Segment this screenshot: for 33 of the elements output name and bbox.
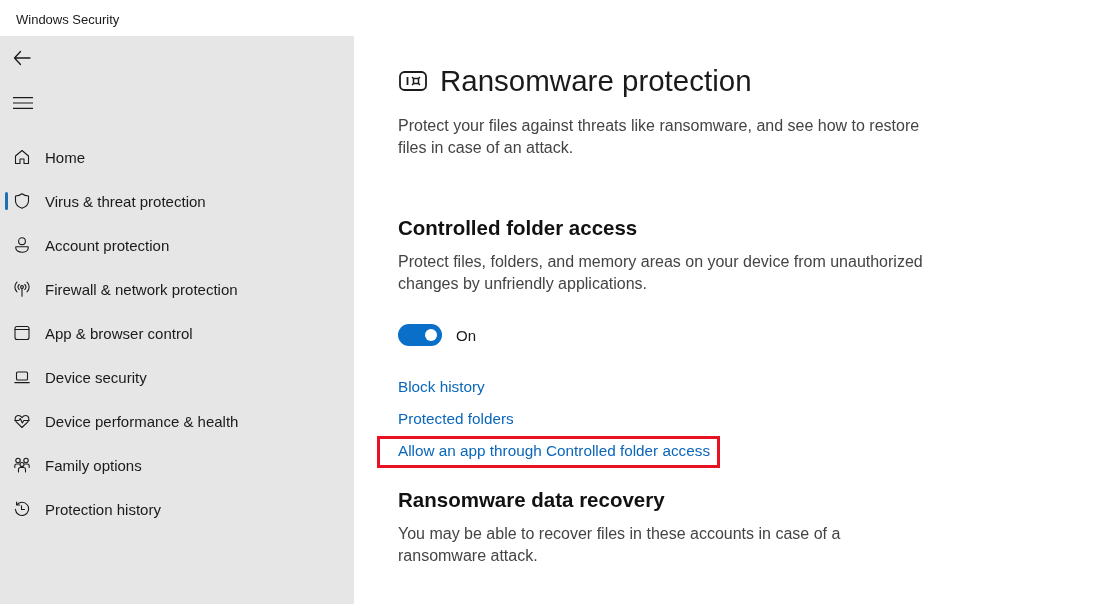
clock-icon [14,501,30,517]
laptop-icon [14,369,30,385]
section-heading: Ransomware data recovery [398,487,665,513]
sidebar-item[interactable]: Device performance & health [4,401,350,441]
link[interactable]: Allow an app through Controlled folder access [398,440,711,462]
ransomware-icon [399,71,427,91]
heart-pulse-icon [14,413,30,429]
toggle-label: On [456,326,476,344]
sidebar-item[interactable]: Protection history [4,489,350,529]
sidebar-item[interactable]: Account protection [4,225,350,265]
section-heading: Controlled folder access [398,215,638,241]
antenna-icon [14,281,30,297]
sidebar-item[interactable]: Virus & threat protection [4,181,350,221]
page-description: Protect your files against threats like ransomware, and see how to restore files in case of an attack. [398,116,921,158]
menu-icon[interactable] [13,97,33,109]
link[interactable]: Block history [398,376,485,398]
section-description: You may be able to recover files in these accounts in case of a ransomware attack. [398,524,842,566]
link[interactable]: Protected folders [398,408,514,430]
window-title: Windows Security [16,11,120,27]
back-arrow-icon[interactable] [13,50,31,66]
page-title: Ransomware protection [440,63,752,99]
toggle-switch[interactable] [398,324,442,346]
sidebar-item[interactable]: Firewall & network protection [4,269,350,309]
sidebar-item[interactable]: Home [4,137,350,177]
window-icon [14,325,30,341]
people-icon [14,457,30,473]
sidebar-item[interactable]: Device security [4,357,350,397]
home-icon [14,149,30,165]
section-description: Protect files, folders, and memory areas on your device from unauthorized changes by unfriendly applications. [398,252,924,294]
sidebar-item[interactable]: App & browser control [4,313,350,353]
person-icon [14,237,30,253]
shield-icon [14,193,30,209]
sidebar-item[interactable]: Family options [4,445,350,485]
